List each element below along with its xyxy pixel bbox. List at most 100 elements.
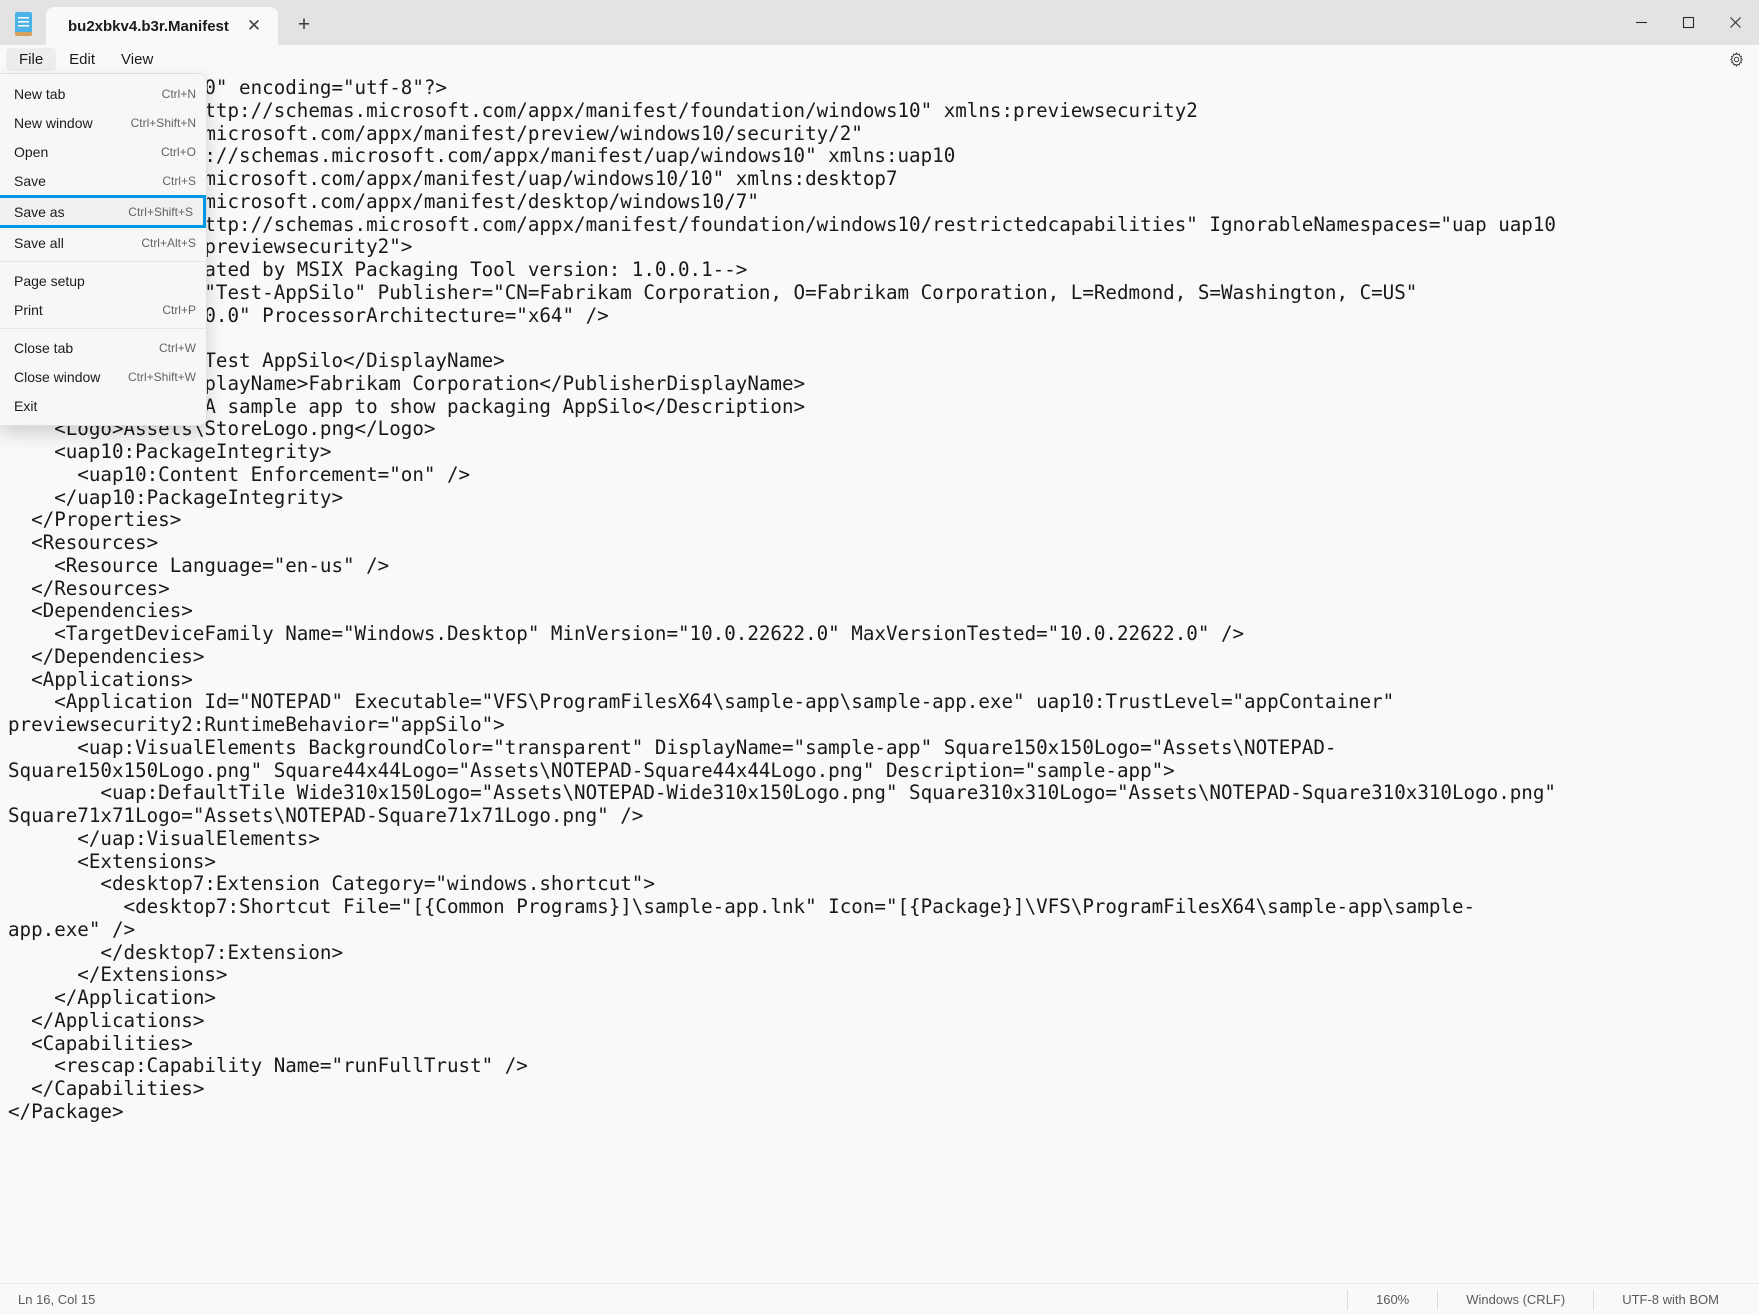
editor-line: <uap10:PackageIntegrity> bbox=[8, 440, 332, 463]
tab-strip: bu2xbkv4.b3r.Manifest ✕ + bbox=[46, 0, 322, 45]
encoding[interactable]: UTF-8 with BOM bbox=[1593, 1289, 1759, 1310]
menu-item-label: Save all bbox=[14, 234, 64, 251]
editor-line: <uap:DefaultTile Wide310x150Logo="Assets… bbox=[8, 781, 1556, 805]
editor-line: <Description>A sample app to show packag… bbox=[8, 394, 806, 418]
menu-item-label: Open bbox=[14, 143, 49, 160]
menu-item-label: Close window bbox=[14, 368, 101, 385]
menu-item-page-setup[interactable]: Page setup bbox=[0, 266, 206, 295]
menu-item-exit[interactable]: Exit bbox=[0, 391, 206, 420]
editor-line: <Resources> bbox=[8, 531, 159, 554]
editor-line: <Dependencies> bbox=[8, 599, 193, 623]
menu-item-label: Page setup bbox=[14, 272, 85, 289]
menu-edit[interactable]: Edit bbox=[56, 48, 108, 71]
menu-item-shortcut: Ctrl+Shift+W bbox=[127, 369, 196, 384]
tab-close-icon[interactable]: ✕ bbox=[240, 12, 268, 40]
editor-line: previewsecurity2:RuntimeBehavior="appSil… bbox=[8, 713, 505, 736]
text-editor[interactable]: <?xml version="1.0" encoding="utf-8"?> <P… bbox=[0, 73, 1759, 1283]
menu-separator bbox=[0, 261, 206, 262]
menu-item-label: Print bbox=[14, 301, 43, 318]
editor-line: </uap10:PackageIntegrity> bbox=[8, 485, 344, 509]
editor-line: <DisplayName>Test AppSilo</DisplayName> bbox=[8, 349, 505, 372]
menu-item-label: Save as bbox=[14, 203, 65, 220]
editor-line: </Extensions> bbox=[8, 963, 228, 987]
editor-line: <desktop7:Extension Category="windows.sh… bbox=[8, 872, 655, 896]
menu-item-print[interactable]: Print Ctrl+P bbox=[0, 295, 206, 324]
editor-line: ="http://schemas.microsoft.com/appx/mani… bbox=[8, 167, 898, 190]
menu-item-save-all[interactable]: Save all Ctrl+Alt+S bbox=[0, 228, 206, 257]
editor-line: <Resource Language="en-us" /> bbox=[8, 553, 390, 577]
editor-line: xmlns:uap="http://schemas.microsoft.com/… bbox=[8, 144, 956, 168]
editor-line: <Package xmlns="http://schemas.microsoft… bbox=[8, 98, 1198, 122]
editor-line: <rescap:Capability Name="runFullTrust" /… bbox=[8, 1054, 528, 1078]
editor-line: </Dependencies> bbox=[8, 644, 205, 668]
menu-item-save[interactable]: Save Ctrl+S bbox=[0, 166, 206, 195]
editor-line: rescap desktop7 previewsecurity2"> bbox=[8, 235, 413, 259]
new-tab-button[interactable]: + bbox=[286, 7, 322, 43]
gear-icon[interactable] bbox=[1723, 47, 1749, 71]
editor-line: app.exe" /> bbox=[8, 917, 136, 941]
line-ending[interactable]: Windows (CRLF) bbox=[1437, 1289, 1593, 1310]
editor-line: <!--Package created by MSIX Packaging To… bbox=[8, 258, 748, 281]
editor-line: <?xml version="1.0" encoding="utf-8"?> bbox=[8, 76, 447, 99]
editor-line: xmlns:rescap="http://schemas.microsoft.c… bbox=[8, 212, 1556, 236]
menu-item-label: New window bbox=[14, 114, 93, 131]
menu-item-new-tab[interactable]: New tab Ctrl+N bbox=[0, 79, 206, 108]
menu-item-shortcut: Ctrl+P bbox=[162, 302, 196, 317]
menu-item-save-as[interactable]: Save as Ctrl+Shift+S bbox=[0, 195, 206, 228]
menu-item-shortcut: Ctrl+N bbox=[161, 86, 196, 101]
menu-item-label: Exit bbox=[14, 397, 38, 414]
editor-line: </Properties> bbox=[8, 508, 182, 532]
menu-item-new-window[interactable]: New window Ctrl+Shift+N bbox=[0, 108, 206, 137]
cursor-position: Ln 16, Col 15 bbox=[18, 1292, 96, 1307]
editor-line: <Applications> bbox=[8, 667, 193, 691]
editor-line: <Application Id="NOTEPAD" Executable="VF… bbox=[8, 690, 1395, 714]
status-right-group: 160% Windows (CRLF) UTF-8 with BOM bbox=[1346, 1289, 1759, 1310]
editor-line: <Logo>Assets\StoreLogo.png</Logo> bbox=[8, 417, 436, 441]
editor-line: <Properties> bbox=[8, 326, 1759, 350]
editor-line: <Identity Name="Test-AppSilo" Publisher=… bbox=[8, 280, 1418, 304]
menu-item-shortcut: Ctrl+W bbox=[159, 340, 196, 355]
maximize-icon[interactable] bbox=[1665, 0, 1712, 45]
editor-line: </Resources> bbox=[8, 576, 170, 600]
editor-line: </Capabilities> bbox=[8, 1077, 205, 1100]
editor-line: <uap10:Content Enforcement="on" /> bbox=[8, 462, 471, 486]
editor-line: Version="1.0.0.0" ProcessorArchitecture=… bbox=[8, 303, 609, 327]
status-bar: Ln 16, Col 15 160% Windows (CRLF) UTF-8 … bbox=[0, 1283, 1759, 1315]
menu-item-label: Save bbox=[14, 172, 46, 189]
menu-item-shortcut: Ctrl+O bbox=[160, 144, 196, 159]
editor-line: <TargetDeviceFamily Name="Windows.Deskto… bbox=[8, 622, 1245, 645]
tab-manifest[interactable]: bu2xbkv4.b3r.Manifest ✕ bbox=[46, 7, 278, 45]
menu-item-label: New tab bbox=[14, 85, 66, 102]
file-menu-dropdown: New tab Ctrl+N New window Ctrl+Shift+N Open C… bbox=[0, 73, 207, 426]
editor-line: ="http://schemas.microsoft.com/appx/mani… bbox=[8, 121, 863, 145]
menu-bar: File Edit View bbox=[0, 45, 1759, 73]
editor-line: </desktop7:Extension> bbox=[8, 940, 344, 964]
editor-line: Square150x150Logo.png" Square44x44Logo="… bbox=[8, 758, 1175, 782]
menu-item-open[interactable]: Open Ctrl+O bbox=[0, 137, 206, 166]
menu-file[interactable]: File bbox=[6, 47, 57, 71]
tab-title: bu2xbkv4.b3r.Manifest bbox=[68, 17, 229, 35]
editor-line: <Extensions> bbox=[8, 849, 216, 873]
editor-content[interactable]: <?xml version="1.0" encoding="utf-8"?> <P… bbox=[0, 76, 1759, 1124]
editor-line: Square71x71Logo="Assets\NOTEPAD-Square71… bbox=[8, 804, 644, 827]
editor-line: </Applications> bbox=[8, 1008, 205, 1032]
menu-item-shortcut: Ctrl+S bbox=[162, 173, 196, 188]
close-icon[interactable] bbox=[1712, 0, 1759, 45]
minimize-icon[interactable] bbox=[1618, 0, 1665, 45]
editor-line: <desktop7:Shortcut File="[{Common Progra… bbox=[8, 895, 1476, 918]
editor-line: ="http://schemas.microsoft.com/appx/mani… bbox=[8, 189, 759, 213]
menu-view[interactable]: View bbox=[108, 48, 166, 71]
editor-line: <uap:VisualElements BackgroundColor="tra… bbox=[8, 735, 1337, 759]
menu-separator bbox=[0, 328, 206, 329]
editor-line: <PublisherDisplayName>Fabrikam Corporati… bbox=[8, 371, 806, 395]
editor-line: </uap:VisualElements> bbox=[8, 826, 320, 850]
menu-item-label: Close tab bbox=[14, 339, 74, 356]
window-controls bbox=[1618, 0, 1759, 45]
notepad-icon bbox=[0, 0, 46, 45]
menu-item-close-window[interactable]: Close window Ctrl+Shift+W bbox=[0, 362, 206, 391]
menu-item-close-tab[interactable]: Close tab Ctrl+W bbox=[0, 333, 206, 362]
editor-line: </Package> bbox=[8, 1099, 124, 1123]
zoom-level[interactable]: 160% bbox=[1346, 1289, 1437, 1310]
menu-item-shortcut: Ctrl+Shift+N bbox=[130, 115, 196, 130]
menu-item-shortcut: Ctrl+Alt+S bbox=[141, 235, 196, 250]
